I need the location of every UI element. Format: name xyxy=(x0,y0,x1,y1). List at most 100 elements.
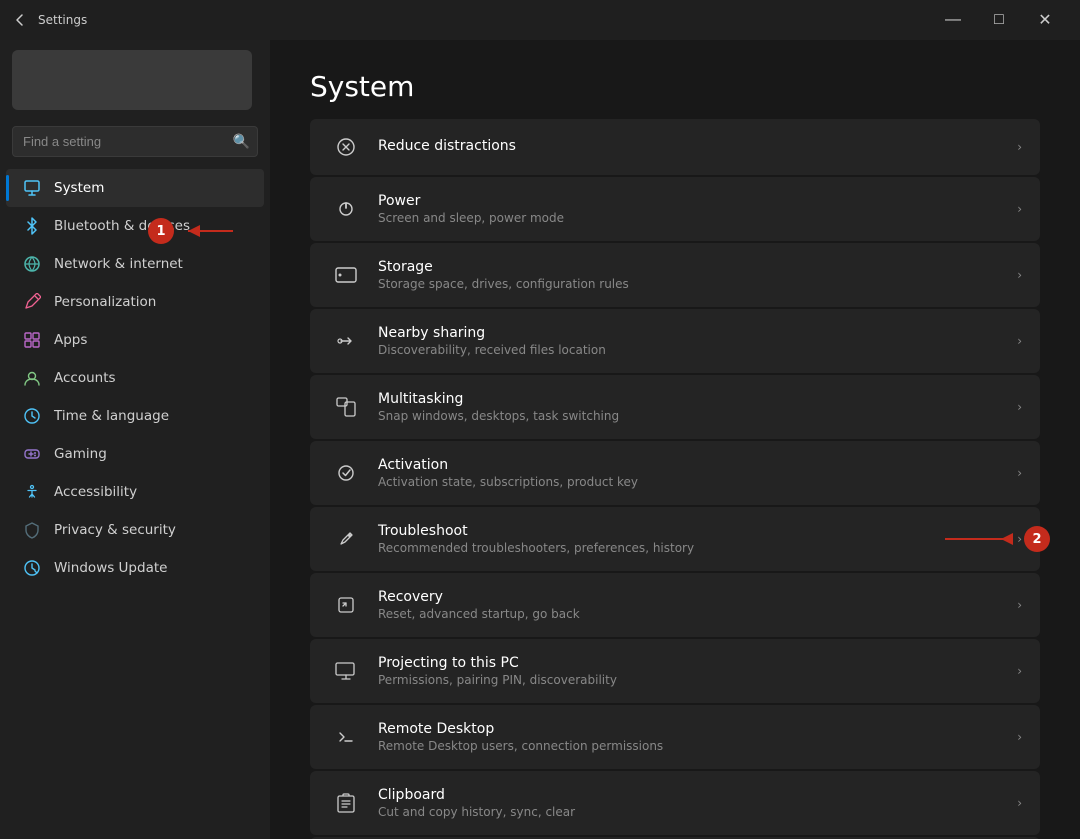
privacy-icon xyxy=(22,520,42,540)
settings-item-nearby-sharing[interactable]: Nearby sharing Discoverability, received… xyxy=(310,309,1040,373)
settings-item-multitasking[interactable]: Multitasking Snap windows, desktops, tas… xyxy=(310,375,1040,439)
update-label: Windows Update xyxy=(54,560,167,576)
remote-desktop-icon xyxy=(328,719,364,755)
storage-text: Storage Storage space, drives, configura… xyxy=(378,259,1017,291)
reduce-distractions-chevron: › xyxy=(1017,140,1022,154)
title-bar-left: Settings xyxy=(12,12,87,28)
troubleshoot-icon xyxy=(328,521,364,557)
app-title: Settings xyxy=(38,13,87,27)
back-icon[interactable] xyxy=(12,12,28,28)
accessibility-label: Accessibility xyxy=(54,484,137,500)
window-controls: — □ ✕ xyxy=(930,4,1068,36)
page-title: System xyxy=(310,70,1040,103)
recovery-title: Recovery xyxy=(378,589,1017,605)
recovery-chevron: › xyxy=(1017,598,1022,612)
privacy-label: Privacy & security xyxy=(54,522,176,538)
sidebar-item-privacy[interactable]: Privacy & security xyxy=(6,511,264,549)
nearby-sharing-icon xyxy=(328,323,364,359)
sidebar-nav: System Bluetooth & devices xyxy=(0,169,270,587)
title-bar: Settings — □ ✕ xyxy=(0,0,1080,40)
storage-icon xyxy=(328,257,364,293)
personalization-icon xyxy=(22,292,42,312)
search-icon: 🔍 xyxy=(233,134,250,150)
activation-title: Activation xyxy=(378,457,1017,473)
recovery-icon xyxy=(328,587,364,623)
settings-item-remote-desktop[interactable]: Remote Desktop Remote Desktop users, con… xyxy=(310,705,1040,769)
power-icon xyxy=(328,191,364,227)
network-icon xyxy=(22,254,42,274)
storage-title: Storage xyxy=(378,259,1017,275)
accounts-label: Accounts xyxy=(54,370,116,386)
search-box: 🔍 xyxy=(12,126,258,157)
remote-desktop-chevron: › xyxy=(1017,730,1022,744)
settings-item-reduce-distractions[interactable]: Reduce distractions › xyxy=(310,119,1040,175)
search-input[interactable] xyxy=(12,126,258,157)
sidebar-item-time[interactable]: Time & language xyxy=(6,397,264,435)
update-icon xyxy=(22,558,42,578)
user-avatar xyxy=(12,50,252,110)
multitasking-chevron: › xyxy=(1017,400,1022,414)
remote-desktop-title: Remote Desktop xyxy=(378,721,1017,737)
nearby-sharing-chevron: › xyxy=(1017,334,1022,348)
nearby-sharing-text: Nearby sharing Discoverability, received… xyxy=(378,325,1017,357)
troubleshoot-desc: Recommended troubleshooters, preferences… xyxy=(378,541,1017,555)
sidebar: 🔍 System Blu xyxy=(0,40,270,839)
projecting-icon xyxy=(328,653,364,689)
activation-icon xyxy=(328,455,364,491)
storage-chevron: › xyxy=(1017,268,1022,282)
clipboard-icon xyxy=(328,785,364,821)
troubleshoot-title: Troubleshoot xyxy=(378,523,1017,539)
sidebar-item-update[interactable]: Windows Update xyxy=(6,549,264,587)
time-label: Time & language xyxy=(54,408,169,424)
sidebar-item-system[interactable]: System xyxy=(6,169,264,207)
maximize-button[interactable]: □ xyxy=(976,4,1022,36)
main-content-wrapper: System Reduce distractions › xyxy=(270,40,1080,839)
reduce-distractions-icon xyxy=(328,129,364,165)
troubleshoot-text: Troubleshoot Recommended troubleshooters… xyxy=(378,523,1017,555)
bluetooth-label: Bluetooth & devices xyxy=(54,218,190,234)
sidebar-item-network[interactable]: Network & internet xyxy=(6,245,264,283)
clipboard-chevron: › xyxy=(1017,796,1022,810)
sidebar-item-bluetooth[interactable]: Bluetooth & devices xyxy=(6,207,264,245)
sidebar-item-gaming[interactable]: Gaming xyxy=(6,435,264,473)
gaming-label: Gaming xyxy=(54,446,107,462)
apps-icon xyxy=(22,330,42,350)
settings-item-power[interactable]: Power Screen and sleep, power mode › xyxy=(310,177,1040,241)
settings-item-projecting[interactable]: Projecting to this PC Permissions, pairi… xyxy=(310,639,1040,703)
system-icon xyxy=(22,178,42,198)
settings-item-storage[interactable]: Storage Storage space, drives, configura… xyxy=(310,243,1040,307)
sidebar-item-accessibility[interactable]: Accessibility xyxy=(6,473,264,511)
settings-item-activation[interactable]: Activation Activation state, subscriptio… xyxy=(310,441,1040,505)
power-text: Power Screen and sleep, power mode xyxy=(378,193,1017,225)
remote-desktop-text: Remote Desktop Remote Desktop users, con… xyxy=(378,721,1017,753)
network-label: Network & internet xyxy=(54,256,183,272)
nearby-sharing-title: Nearby sharing xyxy=(378,325,1017,341)
power-title: Power xyxy=(378,193,1017,209)
reduce-distractions-text: Reduce distractions xyxy=(378,138,1017,156)
bluetooth-icon xyxy=(22,216,42,236)
activation-text: Activation Activation state, subscriptio… xyxy=(378,457,1017,489)
activation-chevron: › xyxy=(1017,466,1022,480)
sidebar-item-apps[interactable]: Apps xyxy=(6,321,264,359)
time-icon xyxy=(22,406,42,426)
clipboard-desc: Cut and copy history, sync, clear xyxy=(378,805,1017,819)
settings-item-recovery[interactable]: Recovery Reset, advanced startup, go bac… xyxy=(310,573,1040,637)
power-desc: Screen and sleep, power mode xyxy=(378,211,1017,225)
sidebar-item-personalization[interactable]: Personalization xyxy=(6,283,264,321)
app-container: 🔍 System Blu xyxy=(0,40,1080,839)
multitasking-icon xyxy=(328,389,364,425)
personalization-label: Personalization xyxy=(54,294,156,310)
nearby-sharing-desc: Discoverability, received files location xyxy=(378,343,1017,357)
close-button[interactable]: ✕ xyxy=(1022,4,1068,36)
minimize-button[interactable]: — xyxy=(930,4,976,36)
settings-item-troubleshoot[interactable]: Troubleshoot Recommended troubleshooters… xyxy=(310,507,1040,571)
recovery-text: Recovery Reset, advanced startup, go bac… xyxy=(378,589,1017,621)
sidebar-item-accounts[interactable]: Accounts xyxy=(6,359,264,397)
storage-desc: Storage space, drives, configuration rul… xyxy=(378,277,1017,291)
main-content: System Reduce distractions › xyxy=(270,40,1080,839)
reduce-distractions-title: Reduce distractions xyxy=(378,138,1017,154)
projecting-desc: Permissions, pairing PIN, discoverabilit… xyxy=(378,673,1017,687)
gaming-icon xyxy=(22,444,42,464)
projecting-chevron: › xyxy=(1017,664,1022,678)
settings-item-clipboard[interactable]: Clipboard Cut and copy history, sync, cl… xyxy=(310,771,1040,835)
